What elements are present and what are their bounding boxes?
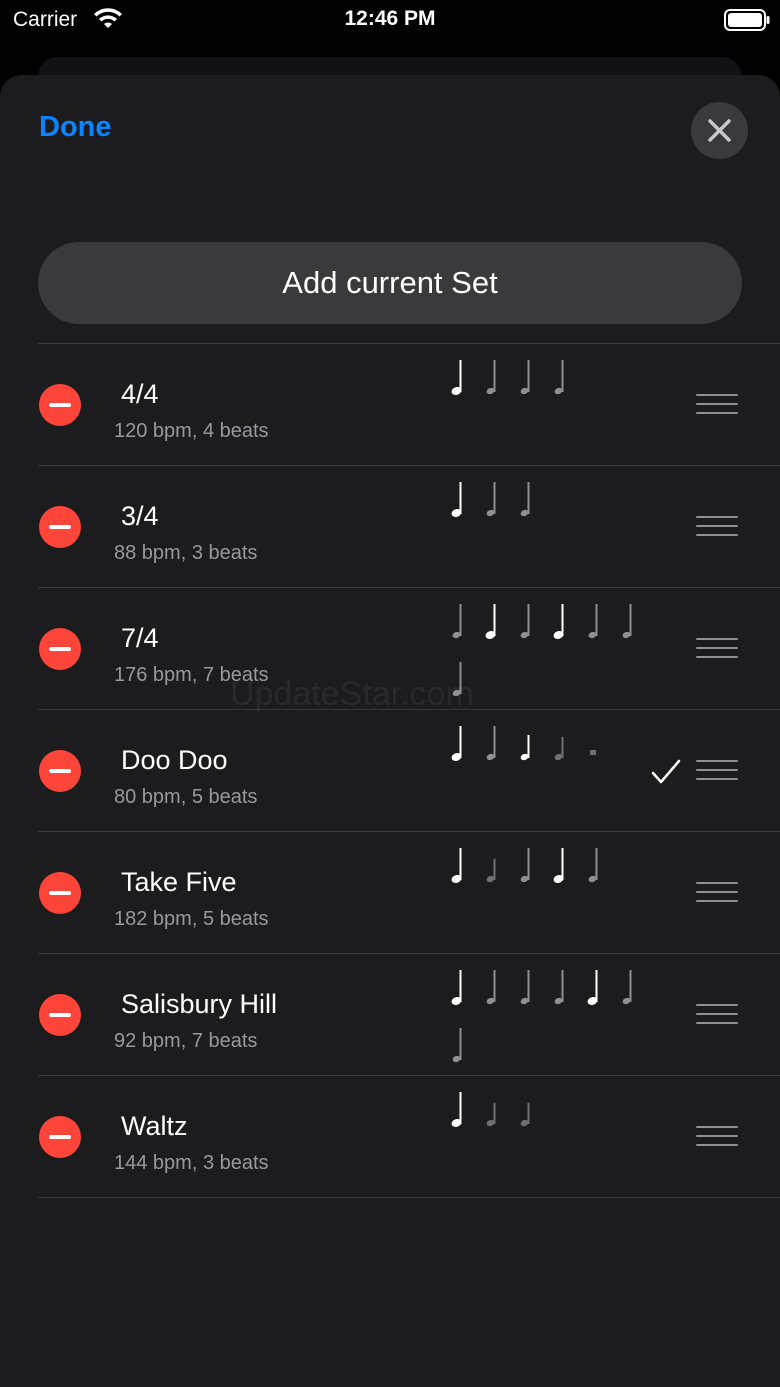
list-item[interactable]: Doo Doo 80 bpm, 5 beats — [38, 709, 780, 831]
set-title: 7/4 — [121, 623, 159, 653]
beat-pattern — [450, 722, 660, 826]
reorder-handle-icon[interactable] — [696, 760, 738, 782]
list-item[interactable]: 4/4 120 bpm, 4 beats — [38, 343, 780, 465]
beat-note-icon — [520, 970, 530, 1005]
beat-note-icon — [587, 970, 598, 1005]
beat-note-icon — [553, 848, 564, 883]
set-subtitle: 92 bpm, 7 beats — [114, 1030, 258, 1052]
list-item[interactable]: Take Five 182 bpm, 5 beats — [38, 831, 780, 953]
beat-note-icon — [451, 726, 462, 761]
reorder-handle-icon[interactable] — [696, 1004, 738, 1026]
beat-note-icon — [520, 848, 530, 883]
set-subtitle: 144 bpm, 3 beats — [114, 1152, 269, 1174]
beat-note-icon — [554, 360, 564, 395]
beat-note-icon — [554, 736, 564, 761]
status-bar: Carrier 12:46 PM — [0, 0, 780, 40]
beat-note-icon — [622, 970, 632, 1005]
delete-button[interactable] — [39, 1116, 81, 1158]
beat-note-icon — [452, 604, 462, 639]
checkmark-icon — [651, 759, 681, 784]
beat-note-icon — [486, 360, 496, 395]
set-title: Doo Doo — [121, 745, 228, 775]
beat-note-icon — [588, 848, 598, 883]
beat-note-icon — [554, 970, 564, 1005]
set-subtitle: 120 bpm, 4 beats — [114, 420, 269, 442]
beat-pattern — [450, 478, 660, 582]
beat-note-icon — [485, 604, 496, 639]
delete-button[interactable] — [39, 506, 81, 548]
beat-note-icon — [451, 360, 462, 395]
reorder-handle-icon[interactable] — [696, 516, 738, 538]
reorder-handle-icon[interactable] — [696, 882, 738, 904]
reorder-handle-icon[interactable] — [696, 1126, 738, 1148]
beat-pattern — [450, 600, 660, 704]
add-current-set-button[interactable]: Add current Set — [38, 242, 742, 324]
set-title: Salisbury Hill — [121, 989, 278, 1019]
beat-note-icon — [520, 735, 530, 761]
set-title: Waltz — [121, 1111, 188, 1141]
battery-icon — [724, 9, 770, 31]
beat-note-icon — [553, 604, 564, 639]
set-title: 4/4 — [121, 379, 159, 409]
reorder-handle-icon[interactable] — [696, 394, 738, 416]
beat-note-icon — [520, 482, 530, 517]
beat-note-icon — [622, 604, 632, 639]
delete-button[interactable] — [39, 994, 81, 1036]
beat-note-icon — [451, 1092, 462, 1127]
sets-list: 4/4 120 bpm, 4 beats 3/4 88 bpm, 3 beats 7/4… — [0, 343, 780, 1198]
beat-note-icon — [486, 858, 496, 883]
beat-note-icon — [451, 848, 462, 883]
set-subtitle: 88 bpm, 3 beats — [114, 542, 258, 564]
set-subtitle: 182 bpm, 5 beats — [114, 908, 269, 930]
close-button[interactable] — [691, 102, 748, 159]
reorder-handle-icon[interactable] — [696, 638, 738, 660]
done-button[interactable]: Done — [39, 111, 112, 144]
delete-button[interactable] — [39, 384, 81, 426]
list-item[interactable]: 3/4 88 bpm, 3 beats — [38, 465, 780, 587]
beat-pattern — [450, 966, 660, 1070]
beat-note-icon — [520, 604, 530, 639]
beat-pattern — [450, 1088, 660, 1192]
beat-note-icon — [451, 970, 462, 1005]
beat-pattern — [450, 356, 660, 460]
beat-note-icon — [486, 726, 496, 761]
beat-note-icon — [588, 604, 598, 639]
delete-button[interactable] — [39, 750, 81, 792]
beat-note-icon — [520, 360, 530, 395]
set-title: Take Five — [121, 867, 237, 897]
list-item[interactable]: Waltz 144 bpm, 3 beats — [38, 1075, 780, 1198]
delete-button[interactable] — [39, 628, 81, 670]
beat-note-icon — [451, 482, 462, 517]
beat-note-icon — [486, 482, 496, 517]
beat-note-icon — [486, 970, 496, 1005]
beat-pattern — [450, 844, 660, 948]
status-time: 12:46 PM — [344, 7, 436, 30]
set-title: 3/4 — [121, 501, 159, 531]
watermark: UpdateStar.com — [230, 675, 474, 713]
beat-note-icon — [590, 750, 596, 755]
list-item[interactable]: Salisbury Hill 92 bpm, 7 beats — [38, 953, 780, 1075]
close-icon — [708, 119, 731, 142]
beat-note-icon — [452, 1028, 462, 1063]
delete-button[interactable] — [39, 872, 81, 914]
beat-note-icon — [486, 1102, 496, 1127]
set-subtitle: 80 bpm, 5 beats — [114, 786, 258, 808]
beat-note-icon — [520, 1102, 530, 1127]
